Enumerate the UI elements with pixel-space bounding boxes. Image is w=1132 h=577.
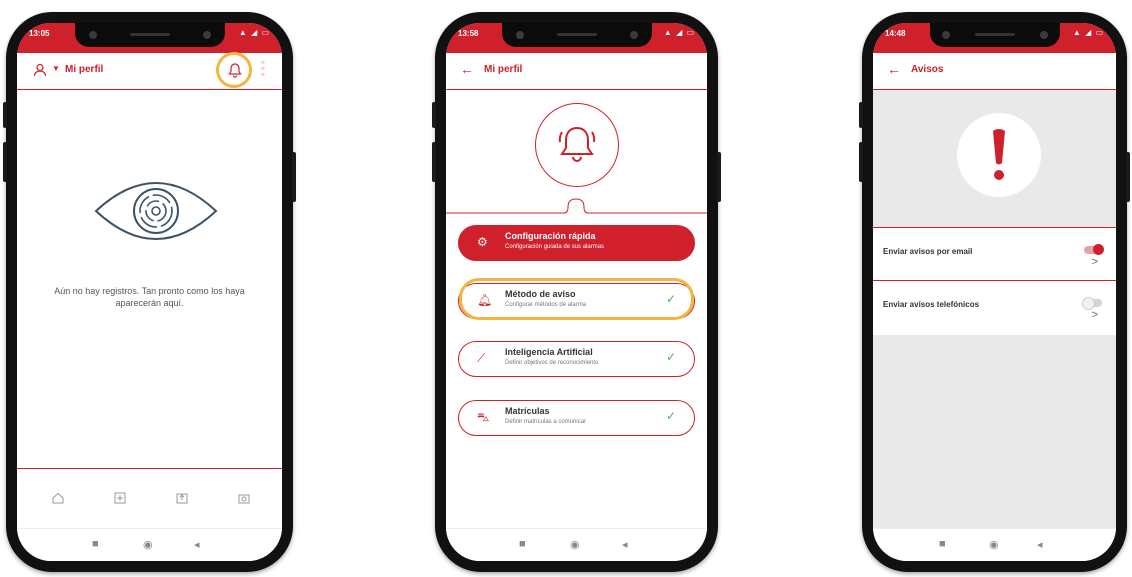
- status-time: 13:58: [458, 29, 479, 38]
- home-button[interactable]: ◉: [989, 538, 999, 551]
- gear-icon: ⚙: [477, 235, 488, 249]
- check-icon: ✓: [665, 409, 676, 423]
- screen: 13:05 ▲ ◢ ▭ ▼ Mi perfil ○ ○ ○ Aún no hay r…: [17, 23, 282, 561]
- highlight-ring: [216, 52, 252, 88]
- highlight-ring: [459, 278, 694, 320]
- alert-badge: [957, 113, 1041, 197]
- status-time: 13:05: [29, 29, 50, 38]
- page-title: Avisos: [911, 64, 944, 75]
- connector-line: [446, 198, 707, 214]
- status-bar: 13:58 ▲ ◢ ▭: [446, 23, 707, 53]
- menu-item-ai[interactable]: ⟋ Inteligencia Artificial Definir objeti…: [458, 341, 695, 377]
- magic-wand-icon: ⟋: [477, 351, 486, 365]
- menu-item-subtitle: Definir matrículas a comunicar: [505, 419, 587, 425]
- home-button[interactable]: ◉: [570, 538, 580, 551]
- more-icon[interactable]: ○ ○ ○: [261, 60, 265, 78]
- menu-item-title: Matrículas: [505, 406, 550, 416]
- menu-item-subtitle: Definir objetivos de reconocimiento: [505, 360, 599, 366]
- recent-apps-button[interactable]: ■: [92, 538, 99, 550]
- check-icon: ✓: [665, 350, 676, 364]
- system-nav-bar: ■ ◉ ◂: [873, 528, 1116, 561]
- phone-1: 13:05 ▲ ◢ ▭ ▼ Mi perfil ○ ○ ○ Aún no hay r…: [3, 12, 296, 572]
- menu-item-title: Inteligencia Artificial: [505, 347, 593, 357]
- status-icons: ▲ ◢ ▭: [1072, 28, 1104, 37]
- back-button[interactable]: ◂: [1037, 538, 1043, 551]
- status-time: 14:48: [885, 29, 906, 38]
- setting-row-phone[interactable]: Enviar avisos telefónicos >: [873, 280, 1116, 336]
- back-arrow-icon[interactable]: ←: [460, 61, 474, 77]
- menu-item-subtitle: Configuración guiada de sus alarmas: [505, 244, 605, 250]
- camera-icon[interactable]: [237, 491, 251, 505]
- setting-row-email[interactable]: Enviar avisos por email >: [873, 227, 1116, 283]
- exclamation-icon: [993, 129, 1005, 180]
- car-icon: ⛍: [477, 410, 490, 424]
- back-arrow-icon[interactable]: ←: [887, 61, 901, 77]
- scan-icon[interactable]: [113, 491, 127, 505]
- back-button[interactable]: ◂: [194, 538, 200, 551]
- menu-item-quick-config[interactable]: ⚙ Configuración rápida Configuración gui…: [458, 225, 695, 261]
- chevron-right-icon[interactable]: >: [1092, 256, 1098, 268]
- phone-toggle[interactable]: [1082, 297, 1102, 310]
- screen: 14:48 ▲ ◢ ▭ ← Avisos Enviar avisos por e…: [873, 23, 1116, 561]
- upload-icon[interactable]: [175, 491, 189, 505]
- status-bar: 13:05 ▲ ◢ ▭: [17, 23, 282, 53]
- empty-state-message: Aún no hay registros. Tan pronto como lo…: [54, 286, 245, 308]
- notch: [501, 23, 652, 47]
- app-bar: ▼ Mi perfil ○ ○ ○: [17, 52, 282, 90]
- page-title: Mi perfil: [484, 64, 523, 75]
- status-icons: ▲ ◢ ▭: [238, 28, 270, 37]
- page-title: Mi perfil: [65, 64, 104, 75]
- bell-icon: [558, 126, 596, 162]
- dropdown-caret-icon[interactable]: ▼: [52, 64, 60, 73]
- app-bar: ← Mi perfil: [446, 53, 707, 90]
- system-nav-bar: ■ ◉ ◂: [446, 528, 707, 561]
- home-icon[interactable]: [51, 491, 65, 505]
- bell-badge: [535, 103, 619, 187]
- recent-apps-button[interactable]: ■: [519, 538, 526, 550]
- setting-label: Enviar avisos por email: [883, 247, 973, 256]
- recent-apps-button[interactable]: ■: [939, 538, 946, 550]
- eye-maze-icon: [94, 182, 218, 240]
- user-icon[interactable]: [33, 63, 47, 77]
- app-bar: ← Avisos: [873, 53, 1116, 90]
- notch: [74, 23, 225, 47]
- phone-2: 13:58 ▲ ◢ ▭ ← Mi perfil ⚙ Configuración …: [432, 12, 721, 572]
- status-bar: 14:48 ▲ ◢ ▭: [873, 23, 1116, 53]
- home-button[interactable]: ◉: [143, 538, 153, 551]
- back-button[interactable]: ◂: [622, 538, 628, 551]
- content-area: [873, 335, 1116, 529]
- menu-item-title: Configuración rápida: [505, 231, 596, 241]
- phone-3: 14:48 ▲ ◢ ▭ ← Avisos Enviar avisos por e…: [859, 12, 1130, 572]
- status-icons: ▲ ◢ ▭: [663, 28, 695, 37]
- menu-item-plates[interactable]: ⛍ Matrículas Definir matrículas a comuni…: [458, 400, 695, 436]
- notch: [929, 23, 1060, 47]
- email-toggle[interactable]: [1084, 244, 1104, 255]
- screen: 13:58 ▲ ◢ ▭ ← Mi perfil ⚙ Configuración …: [446, 23, 707, 561]
- bottom-tab-bar: [17, 468, 282, 529]
- setting-label: Enviar avisos telefónicos: [883, 300, 980, 309]
- system-nav-bar: ■ ◉ ◂: [17, 528, 282, 561]
- chevron-right-icon[interactable]: >: [1092, 309, 1098, 321]
